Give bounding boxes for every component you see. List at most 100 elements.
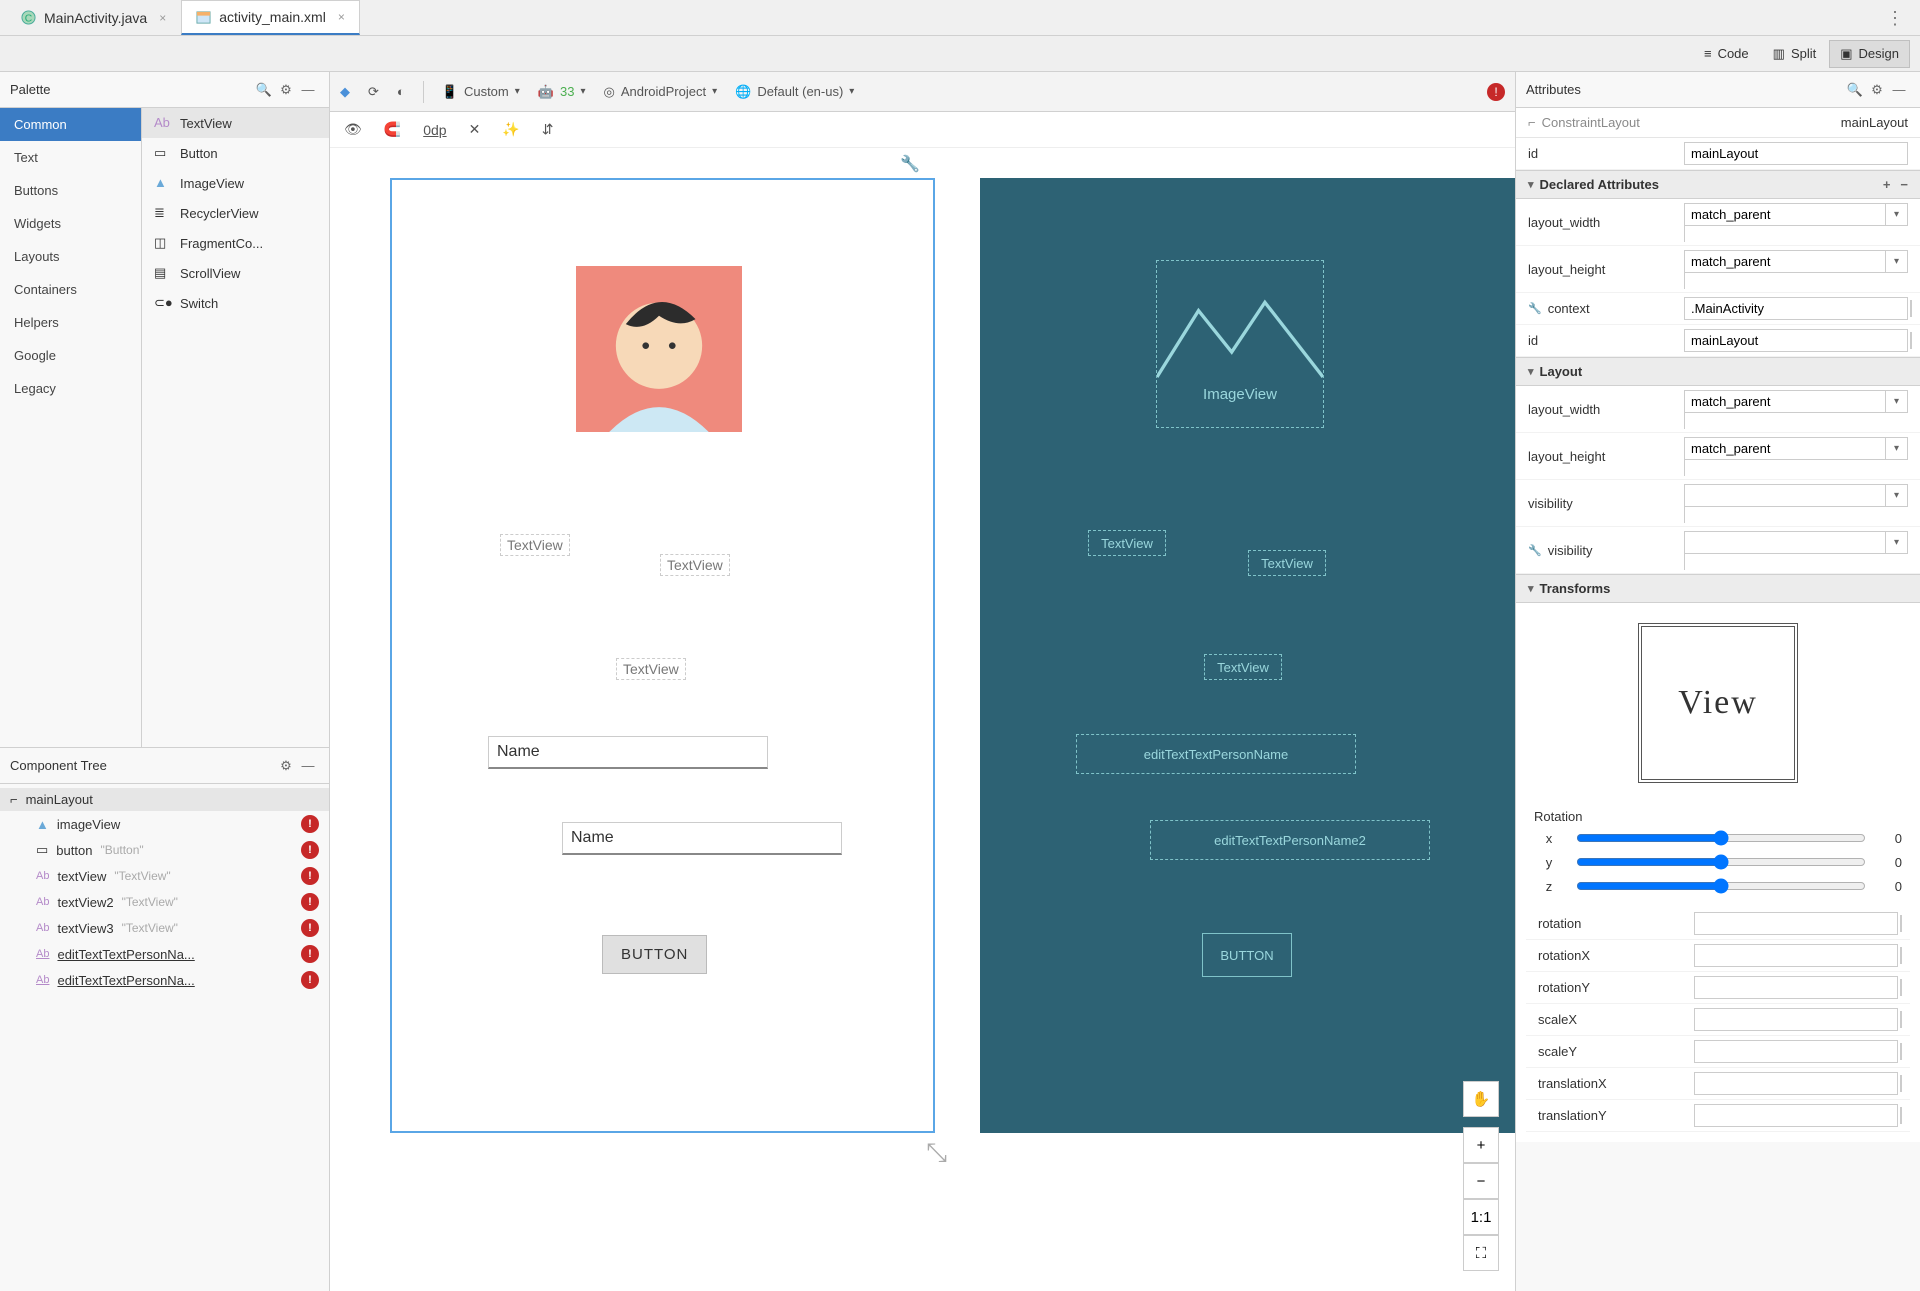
- orientation-icon[interactable]: ⟳: [368, 84, 379, 100]
- zoom-out-button[interactable]: −: [1463, 1163, 1499, 1199]
- tree-item-textview3[interactable]: AbtextView3"TextView"!: [0, 915, 329, 941]
- attr-more-icon[interactable]: [1900, 915, 1902, 932]
- palette-item-textview[interactable]: AbTextView: [142, 108, 329, 138]
- device-dropdown[interactable]: 📱Custom▾: [442, 84, 520, 100]
- viewmode-code[interactable]: ≡ Code: [1693, 40, 1760, 68]
- search-icon[interactable]: 🔍: [1844, 82, 1866, 98]
- transform-field-input[interactable]: [1694, 912, 1898, 935]
- preview-textview2[interactable]: TextView: [660, 554, 730, 576]
- attr-input[interactable]: [1684, 203, 1886, 226]
- palette-item-imageview[interactable]: ▲ImageView: [142, 168, 329, 198]
- attr-more-icon[interactable]: [1684, 506, 1685, 523]
- tab-mainactivity[interactable]: C MainActivity.java ×: [6, 0, 181, 35]
- palette-cat-helpers[interactable]: Helpers: [0, 306, 141, 339]
- attr-more-icon[interactable]: [1684, 459, 1685, 476]
- palette-item-button[interactable]: ▭Button: [142, 138, 329, 168]
- clear-constraints-icon[interactable]: ✕: [469, 121, 481, 138]
- autoconnect-icon[interactable]: 🧲: [384, 121, 401, 138]
- locale-dropdown[interactable]: 🌐Default (en-us)▾: [735, 84, 854, 100]
- close-icon[interactable]: ×: [338, 10, 345, 24]
- rotation-slider[interactable]: [1576, 830, 1866, 846]
- transform-field-input[interactable]: [1694, 976, 1898, 999]
- resize-handle-icon[interactable]: ⤡: [926, 1137, 947, 1169]
- tab-activitymain[interactable]: activity_main.xml ×: [181, 0, 360, 35]
- transforms-section[interactable]: ▾ Transforms: [1516, 574, 1920, 603]
- attr-input[interactable]: [1684, 297, 1908, 320]
- default-margins[interactable]: 0dp: [423, 122, 446, 138]
- transform-field-input[interactable]: [1694, 944, 1898, 967]
- layout-section[interactable]: ▾ Layout: [1516, 357, 1920, 386]
- attr-more-icon[interactable]: [1684, 553, 1685, 570]
- attr-more-icon[interactable]: [1900, 1011, 1902, 1028]
- view-options-icon[interactable]: 👁: [344, 121, 362, 138]
- blueprint-edittext2[interactable]: editTextTextPersonName2: [1150, 820, 1430, 860]
- api-dropdown[interactable]: 🤖33▾: [538, 84, 586, 100]
- palette-cat-layouts[interactable]: Layouts: [0, 240, 141, 273]
- tree-item-button[interactable]: ▭button"Button"!: [0, 837, 329, 863]
- blueprint-textview3[interactable]: TextView: [1204, 654, 1282, 680]
- minimize-icon[interactable]: —: [297, 82, 319, 97]
- preview-imageview[interactable]: [576, 266, 742, 432]
- attr-input[interactable]: [1684, 329, 1908, 352]
- rotation-slider[interactable]: [1576, 878, 1866, 894]
- dropdown-arrow-icon[interactable]: ▾: [1886, 484, 1908, 507]
- attr-more-icon[interactable]: [1684, 272, 1685, 289]
- palette-cat-containers[interactable]: Containers: [0, 273, 141, 306]
- tree-item-textview[interactable]: AbtextView"TextView"!: [0, 863, 329, 889]
- attr-input[interactable]: [1684, 484, 1886, 507]
- dropdown-arrow-icon[interactable]: ▾: [1886, 531, 1908, 554]
- minimize-icon[interactable]: —: [1888, 82, 1910, 97]
- device-preview[interactable]: TextView TextView TextView Name Name BUT…: [390, 178, 935, 1133]
- palette-cat-legacy[interactable]: Legacy: [0, 372, 141, 405]
- blueprint-textview2[interactable]: TextView: [1248, 550, 1326, 576]
- zoom-fit-button[interactable]: ⛶: [1463, 1235, 1499, 1271]
- tree-root[interactable]: ⌐ mainLayout: [0, 788, 329, 811]
- device-blueprint[interactable]: ImageView TextView TextView TextView edi…: [980, 178, 1515, 1133]
- minimize-icon[interactable]: —: [297, 758, 319, 773]
- theme-dropdown[interactable]: ◎AndroidProject▾: [603, 84, 717, 100]
- attr-more-icon[interactable]: [1900, 947, 1902, 964]
- remove-icon[interactable]: −: [1900, 177, 1908, 192]
- night-mode-icon[interactable]: ◐: [397, 84, 405, 99]
- rotation-slider[interactable]: [1576, 854, 1866, 870]
- transform-field-input[interactable]: [1694, 1040, 1898, 1063]
- preview-textview1[interactable]: TextView: [500, 534, 570, 556]
- attr-more-icon[interactable]: [1910, 332, 1912, 349]
- attr-more-icon[interactable]: [1900, 1107, 1902, 1124]
- dropdown-arrow-icon[interactable]: ▾: [1886, 390, 1908, 413]
- transform-field-input[interactable]: [1694, 1104, 1898, 1127]
- declared-attributes-section[interactable]: ▾ Declared Attributes +−: [1516, 170, 1920, 199]
- preview-edittext2[interactable]: Name: [562, 822, 842, 855]
- tree-item-imageview[interactable]: ▲imageView!: [0, 811, 329, 837]
- zoom-in-button[interactable]: +: [1463, 1127, 1499, 1163]
- wrench-icon[interactable]: 🔧: [900, 154, 920, 174]
- search-icon[interactable]: 🔍: [253, 82, 275, 98]
- palette-item-fragment[interactable]: ◫FragmentCo...: [142, 228, 329, 258]
- gear-icon[interactable]: ⚙: [275, 82, 297, 98]
- palette-cat-google[interactable]: Google: [0, 339, 141, 372]
- blueprint-imageview[interactable]: ImageView: [1156, 260, 1324, 428]
- dropdown-arrow-icon[interactable]: ▾: [1886, 250, 1908, 273]
- tree-item-edittext1[interactable]: AbeditTextTextPersonNa...!: [0, 941, 329, 967]
- palette-cat-text[interactable]: Text: [0, 141, 141, 174]
- add-icon[interactable]: +: [1883, 177, 1891, 192]
- close-icon[interactable]: ×: [159, 11, 166, 25]
- zoom-reset-button[interactable]: 1:1: [1463, 1199, 1499, 1235]
- preview-edittext1[interactable]: Name: [488, 736, 768, 769]
- palette-cat-common[interactable]: Common: [0, 108, 141, 141]
- tab-overflow-icon[interactable]: ⋮: [1886, 8, 1906, 29]
- dropdown-arrow-icon[interactable]: ▾: [1886, 437, 1908, 460]
- pan-button[interactable]: ✋: [1463, 1081, 1499, 1117]
- attr-more-icon[interactable]: [1684, 225, 1685, 242]
- attr-more-icon[interactable]: [1900, 979, 1902, 996]
- preview-textview3[interactable]: TextView: [616, 658, 686, 680]
- attr-more-icon[interactable]: [1910, 300, 1912, 317]
- tree-item-textview2[interactable]: AbtextView2"TextView"!: [0, 889, 329, 915]
- attr-input[interactable]: [1684, 437, 1886, 460]
- blueprint-textview1[interactable]: TextView: [1088, 530, 1166, 556]
- dropdown-arrow-icon[interactable]: ▾: [1886, 203, 1908, 226]
- palette-item-scrollview[interactable]: ▤ScrollView: [142, 258, 329, 288]
- blueprint-edittext1[interactable]: editTextTextPersonName: [1076, 734, 1356, 774]
- design-canvas[interactable]: 🔧 TextView TextView TextView Name Name: [330, 148, 1515, 1291]
- gear-icon[interactable]: ⚙: [1866, 82, 1888, 98]
